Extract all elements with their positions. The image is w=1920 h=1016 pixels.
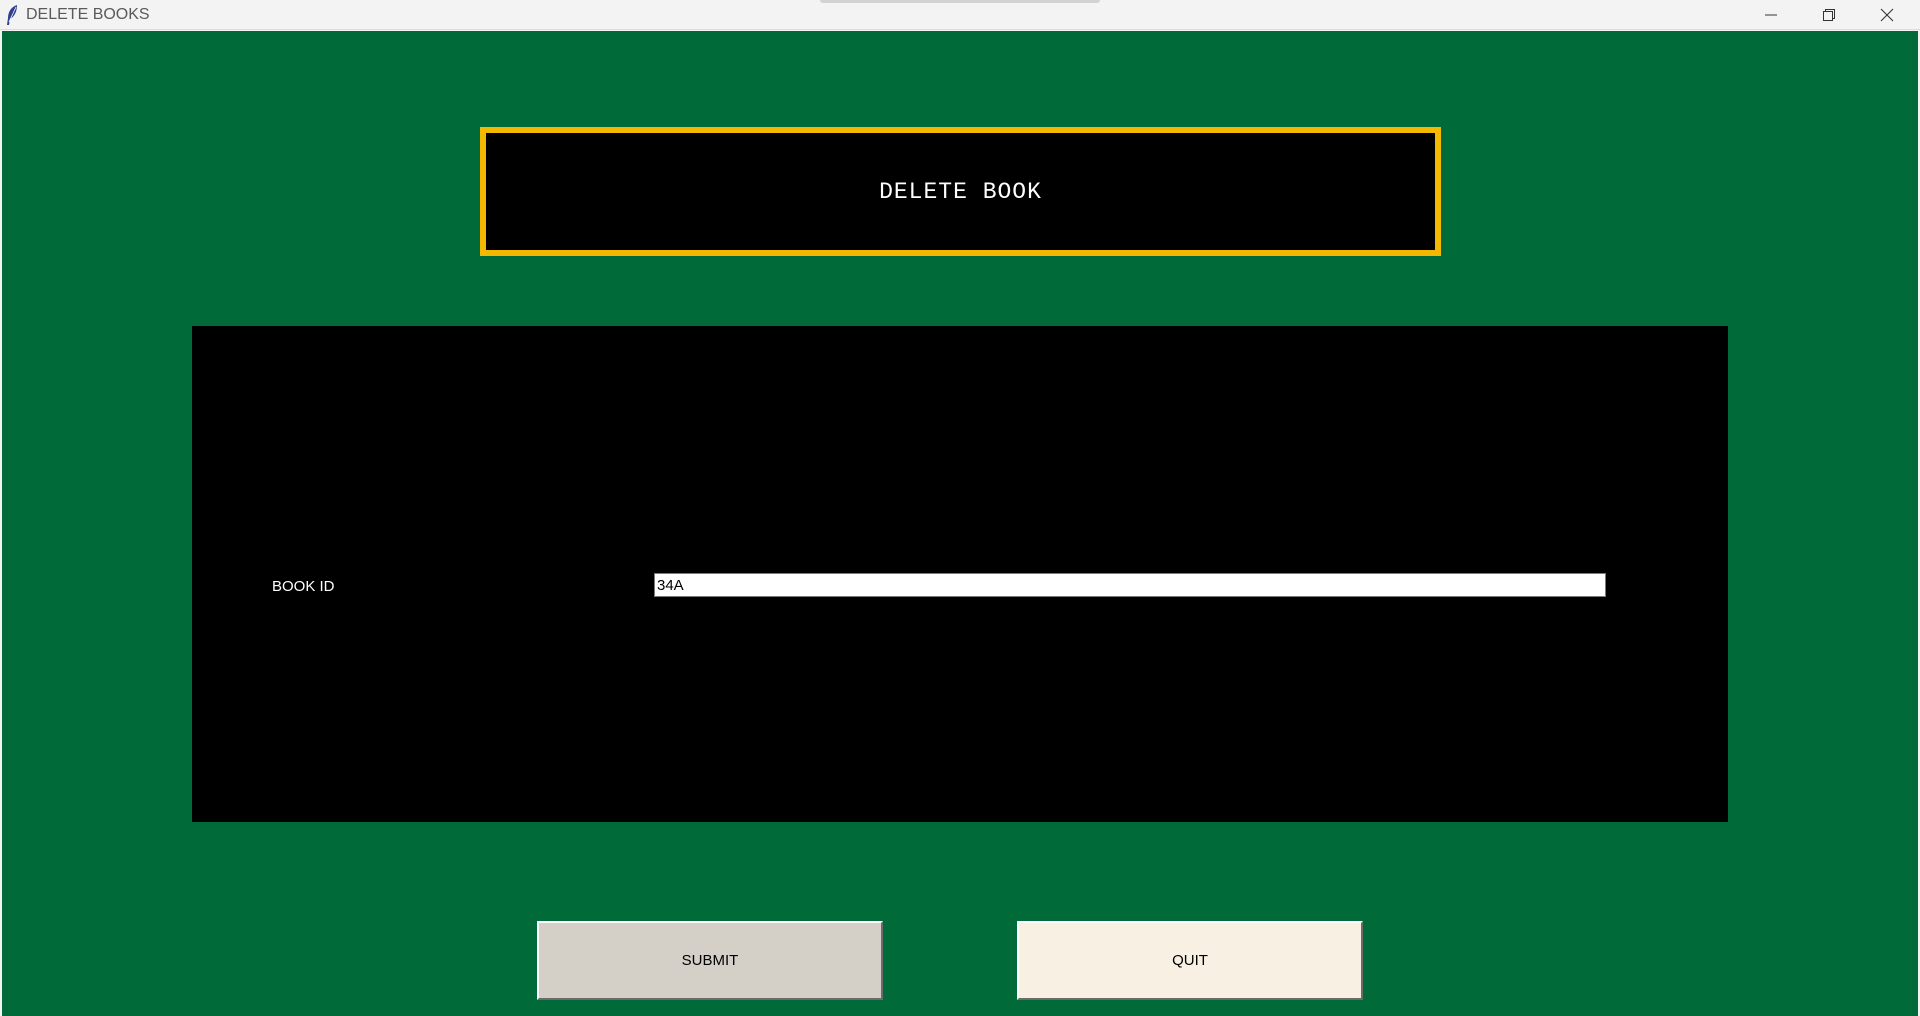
page-heading: DELETE BOOK [879,178,1042,205]
window-title: DELETE BOOKS [26,6,150,23]
book-id-input[interactable] [654,573,1606,597]
close-button[interactable] [1858,0,1916,30]
feather-icon [5,4,19,26]
form-panel: BOOK ID [192,326,1728,822]
close-icon [1880,8,1894,22]
title-bar-handle [820,0,1100,3]
window-content: DELETE BOOK BOOK ID SUBMIT QUIT [2,31,1918,1016]
title-bar[interactable]: DELETE BOOKS [0,0,1920,30]
heading-frame: DELETE BOOK [480,127,1441,256]
submit-button[interactable]: SUBMIT [537,921,883,1000]
quit-button[interactable]: QUIT [1017,921,1363,1000]
minimize-button[interactable] [1742,0,1800,30]
restore-button[interactable] [1800,0,1858,30]
app-window: DELETE BOOKS DELETE BOOK BOOK ID 34A SUB… [0,0,1920,1016]
restore-icon [1823,9,1835,21]
book-id-label: BOOK ID [272,578,335,595]
minimize-icon [1765,14,1777,16]
